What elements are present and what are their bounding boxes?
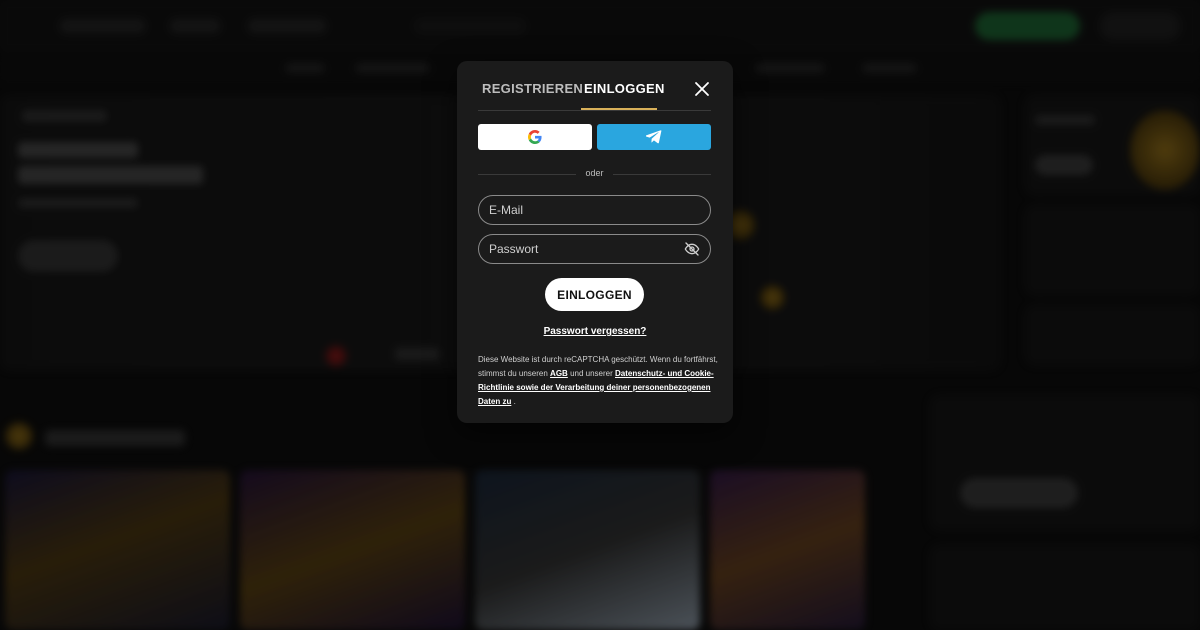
login-submit-button[interactable]: EINLOGGEN: [545, 278, 644, 311]
tab-register[interactable]: REGISTRIEREN: [482, 81, 583, 96]
password-field: [478, 234, 711, 264]
legal-text: und unserer: [570, 369, 613, 378]
active-tab-indicator: [581, 108, 657, 110]
password-input[interactable]: [489, 235, 679, 263]
agb-link[interactable]: AGB: [550, 369, 568, 378]
legal-notice: Diese Website ist durch reCAPTCHA geschü…: [478, 353, 718, 409]
forgot-password-link[interactable]: Passwort vergessen?: [457, 326, 733, 337]
legal-text: .: [513, 397, 516, 406]
close-icon: [695, 82, 709, 96]
telegram-icon: [646, 130, 662, 144]
google-icon: [528, 130, 542, 144]
toggle-password-visibility-button[interactable]: [684, 241, 700, 257]
divider-text: oder: [585, 168, 604, 178]
divider-line: [613, 174, 711, 175]
or-divider: oder: [478, 168, 711, 180]
auth-tabs: REGISTRIEREN EINLOGGEN: [478, 75, 711, 111]
eye-off-icon: [684, 242, 700, 256]
google-login-button[interactable]: [478, 124, 592, 150]
social-login-row: [478, 124, 711, 150]
tab-login[interactable]: EINLOGGEN: [584, 81, 665, 96]
email-input[interactable]: [489, 196, 679, 224]
login-modal: REGISTRIEREN EINLOGGEN oder E-Mail EINLO…: [457, 61, 733, 423]
close-button[interactable]: [693, 80, 711, 98]
email-field: [478, 195, 711, 225]
telegram-login-button[interactable]: [597, 124, 711, 150]
